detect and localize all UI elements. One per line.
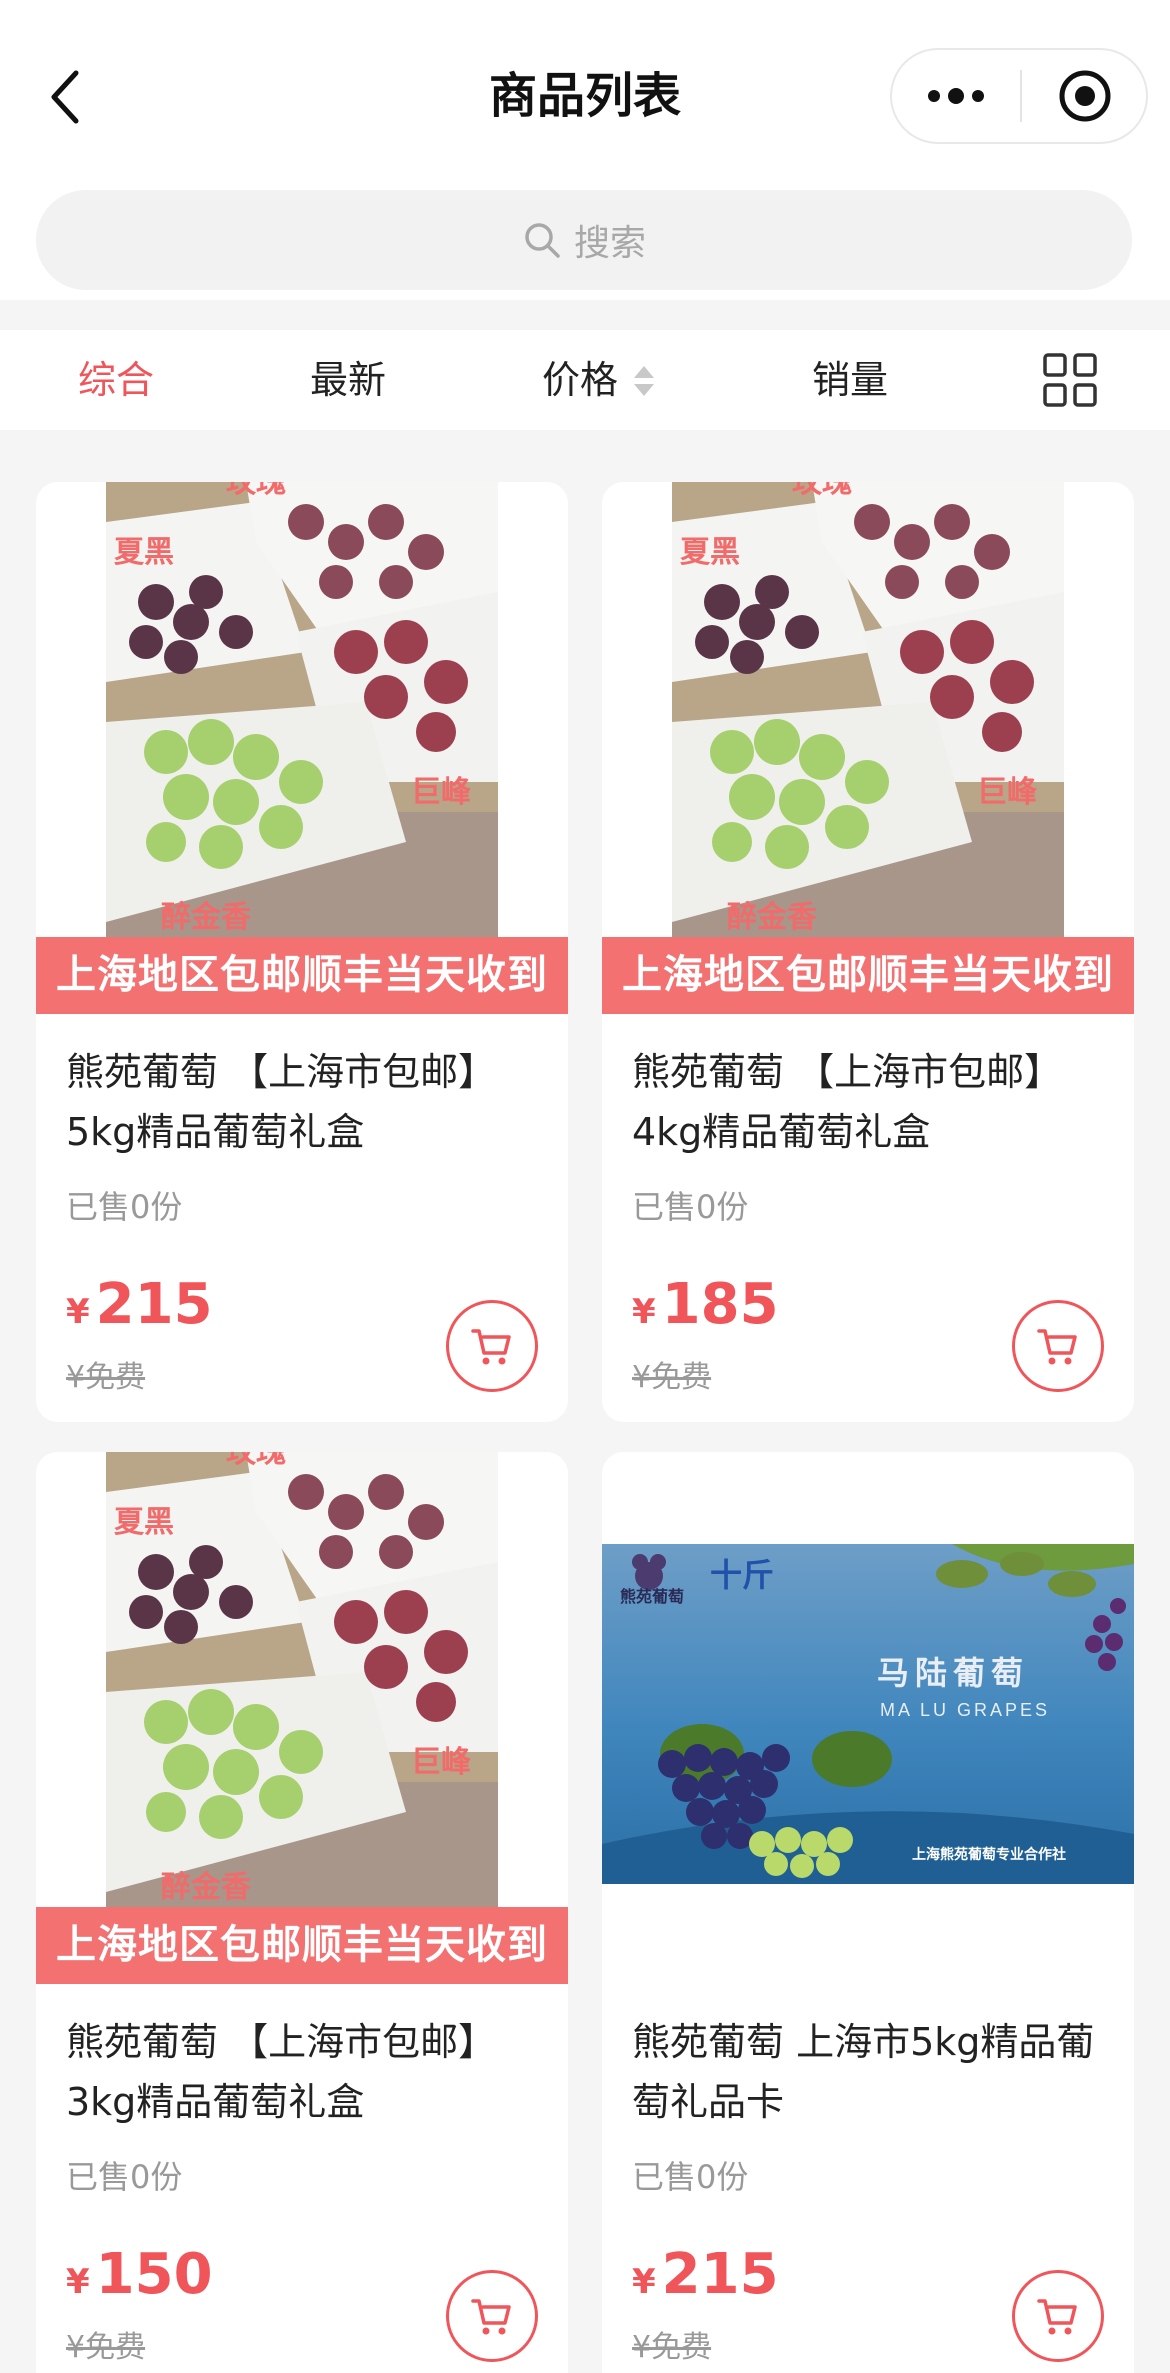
price-value: 215 [95,1272,213,1337]
product-image[interactable]: 玫瑰 夏黑 巨峰 醉金香 上海地区包邮顺丰当天收到 [602,482,1134,1014]
add-to-cart-button[interactable] [1012,2270,1104,2362]
photo-label-bottom: 醉金香 [161,900,251,934]
photo-label-bottom: 醉金香 [161,1870,251,1904]
photo-label-top: 玫瑰 [792,482,852,499]
shipping-banner: 上海地区包邮顺丰当天收到 [602,937,1134,1014]
sort-arrows-icon[interactable] [632,362,656,402]
miniprogram-capsule [890,48,1148,144]
original-price: ¥免费 [66,1360,146,1395]
price-value: 185 [661,1272,779,1337]
add-to-cart-button[interactable] [446,1300,538,1392]
product-card[interactable]: 玫瑰 夏黑 巨峰 醉金香 上海地区包邮顺丰当天收到 熊苑葡萄 【上海市包邮】3k… [36,1452,568,2373]
product-image[interactable]: 熊苑葡萄 十斤 马陆葡萄 MA LU GRAPES 上海熊苑葡萄专业合作社 [602,1452,1134,1984]
photo-label-left: 夏黑 [114,1506,174,1539]
cart-icon [471,1329,511,1365]
original-price: ¥免费 [632,1360,712,1395]
gift-card-weight: 十斤 [710,1557,774,1593]
product-card[interactable]: 玫瑰 夏黑 巨峰 醉金香 上海地区包邮顺丰当天收到 熊苑葡萄 【上海市包邮】5k… [36,482,568,1422]
photo-label-bottom: 醉金香 [727,900,817,934]
product-image[interactable]: 玫瑰 夏黑 巨峰 醉金香 上海地区包邮顺丰当天收到 [36,1452,568,1984]
sold-count: 已售0份 [632,2158,749,2196]
grape-box-photo: 玫瑰 夏黑 巨峰 醉金香 [106,1452,498,1907]
cart-icon [471,2299,511,2335]
currency-symbol: ¥ [632,1292,656,1332]
header: 商品列表 搜索 [0,0,1170,300]
product-name[interactable]: 熊苑葡萄 【上海市包邮】3kg精品葡萄礼盒 [66,2012,546,2132]
add-to-cart-button[interactable] [1012,1300,1104,1392]
product-card[interactable]: 玫瑰 夏黑 巨峰 醉金香 上海地区包邮顺丰当天收到 熊苑葡萄 【上海市包邮】4k… [602,482,1134,1422]
photo-label-right: 巨峰 [411,1746,471,1779]
grid-view-icon[interactable] [1040,350,1100,410]
product-card[interactable]: 熊苑葡萄 十斤 马陆葡萄 MA LU GRAPES 上海熊苑葡萄专业合作社 熊苑… [602,1452,1134,2373]
price-value: 215 [661,2242,779,2307]
tab-newest[interactable]: 最新 [310,352,386,408]
gift-card-brand: 熊苑葡萄 [620,1587,684,1606]
cart-icon [1037,1329,1077,1365]
search-input[interactable]: 搜索 [36,190,1132,290]
currency-symbol: ¥ [66,2262,90,2302]
photo-label-right: 巨峰 [411,776,471,809]
grape-box-photo: 玫瑰 夏黑 巨峰 醉金香 [106,482,498,937]
search-placeholder: 搜索 [573,223,646,264]
price: ¥215 [66,1272,213,1337]
gift-card-title-cn: 马陆葡萄 [877,1655,1029,1691]
grape-box-photo: 玫瑰 夏黑 巨峰 醉金香 [672,482,1064,937]
gift-card-title-en: MA LU GRAPES [880,1700,1050,1720]
more-button[interactable] [892,50,1020,142]
tab-price[interactable]: 价格 [542,352,618,408]
sold-count: 已售0份 [66,2158,183,2196]
photo-label-right: 巨峰 [977,776,1037,809]
sold-count: 已售0份 [66,1188,183,1226]
tab-comprehensive[interactable]: 综合 [78,352,154,408]
sold-count: 已售0份 [632,1188,749,1226]
currency-symbol: ¥ [66,1292,90,1332]
price: ¥185 [632,1272,779,1337]
photo-label-top: 玫瑰 [226,1452,286,1469]
close-miniprogram-button[interactable] [1022,50,1148,142]
price-value: 150 [95,2242,213,2307]
gift-card-image: 熊苑葡萄 十斤 马陆葡萄 MA LU GRAPES 上海熊苑葡萄专业合作社 [602,1544,1134,1884]
shipping-banner: 上海地区包邮顺丰当天收到 [36,937,568,1014]
more-dots-icon [928,88,984,104]
gift-card-footer: 上海熊苑葡萄专业合作社 [912,1846,1066,1862]
price: ¥215 [632,2242,779,2307]
navbar: 商品列表 [0,0,1170,190]
original-price: ¥免费 [66,2330,146,2365]
photo-label-left: 夏黑 [680,536,740,569]
sort-tabs: 综合 最新 价格 销量 [0,330,1170,430]
shipping-banner: 上海地区包邮顺丰当天收到 [36,1907,568,1984]
add-to-cart-button[interactable] [446,2270,538,2362]
cart-icon [1037,2299,1077,2335]
product-name[interactable]: 熊苑葡萄 【上海市包邮】5kg精品葡萄礼盒 [66,1042,546,1162]
search-icon [525,223,560,258]
photo-label-left: 夏黑 [114,536,174,569]
currency-symbol: ¥ [632,2262,656,2302]
photo-label-top: 玫瑰 [226,482,286,499]
product-name[interactable]: 熊苑葡萄 【上海市包邮】4kg精品葡萄礼盒 [632,1042,1112,1162]
price: ¥150 [66,2242,213,2307]
product-image[interactable]: 玫瑰 夏黑 巨峰 醉金香 上海地区包邮顺丰当天收到 [36,482,568,1014]
gift-card-art: 熊苑葡萄 十斤 马陆葡萄 MA LU GRAPES 上海熊苑葡萄专业合作社 [602,1544,1134,1884]
product-name[interactable]: 熊苑葡萄 上海市5kg精品葡萄礼品卡 [632,2012,1112,2132]
target-close-icon [1059,70,1111,122]
original-price: ¥免费 [632,2330,712,2365]
tab-sales[interactable]: 销量 [812,352,888,408]
